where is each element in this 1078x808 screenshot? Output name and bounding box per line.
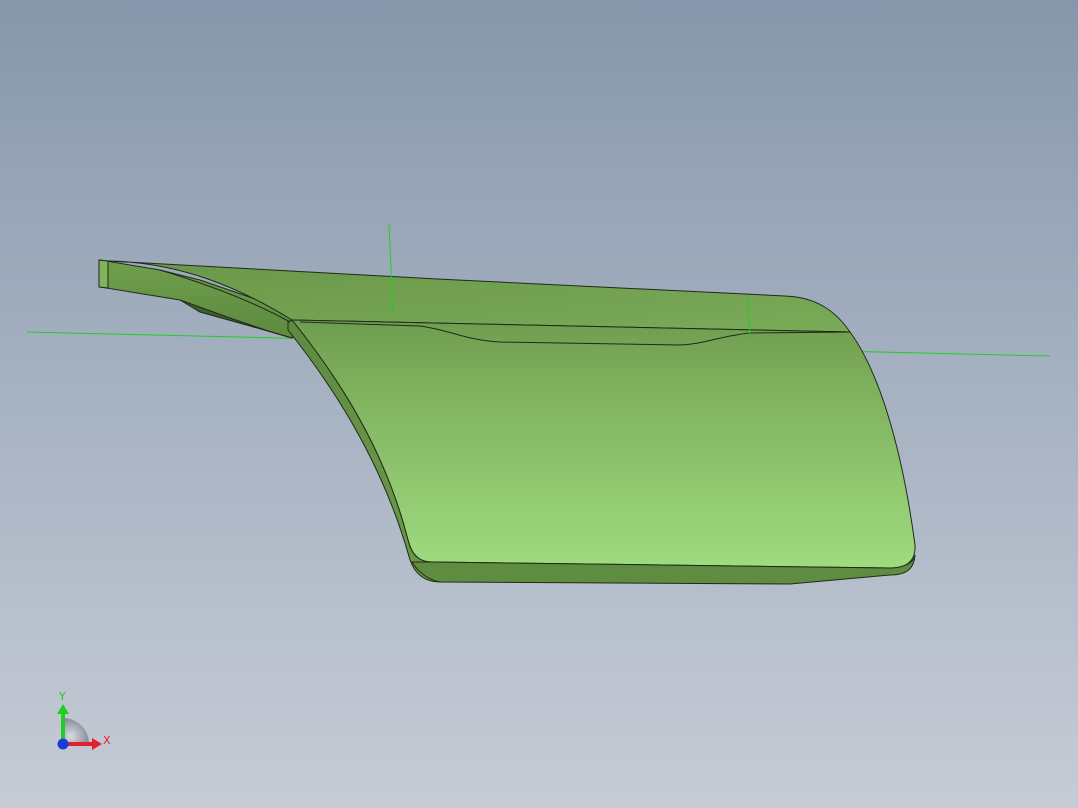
axis-triad[interactable]: X Y xyxy=(57,690,111,750)
x-axis-arrowhead-icon xyxy=(92,738,102,750)
y-axis-arrowhead-icon xyxy=(57,704,69,714)
main-side-face xyxy=(290,319,916,569)
triad-shading-icon xyxy=(63,718,89,744)
z-axis-dot-icon xyxy=(57,738,69,750)
x-axis-label: X xyxy=(103,734,111,747)
door-panel-3d-icon[interactable] xyxy=(98,259,916,585)
3d-viewport[interactable]: X Y xyxy=(0,0,1078,808)
model-canvas[interactable]: X Y xyxy=(0,0,1078,808)
flange-end-face xyxy=(98,259,109,289)
y-axis-label: Y xyxy=(58,690,66,703)
